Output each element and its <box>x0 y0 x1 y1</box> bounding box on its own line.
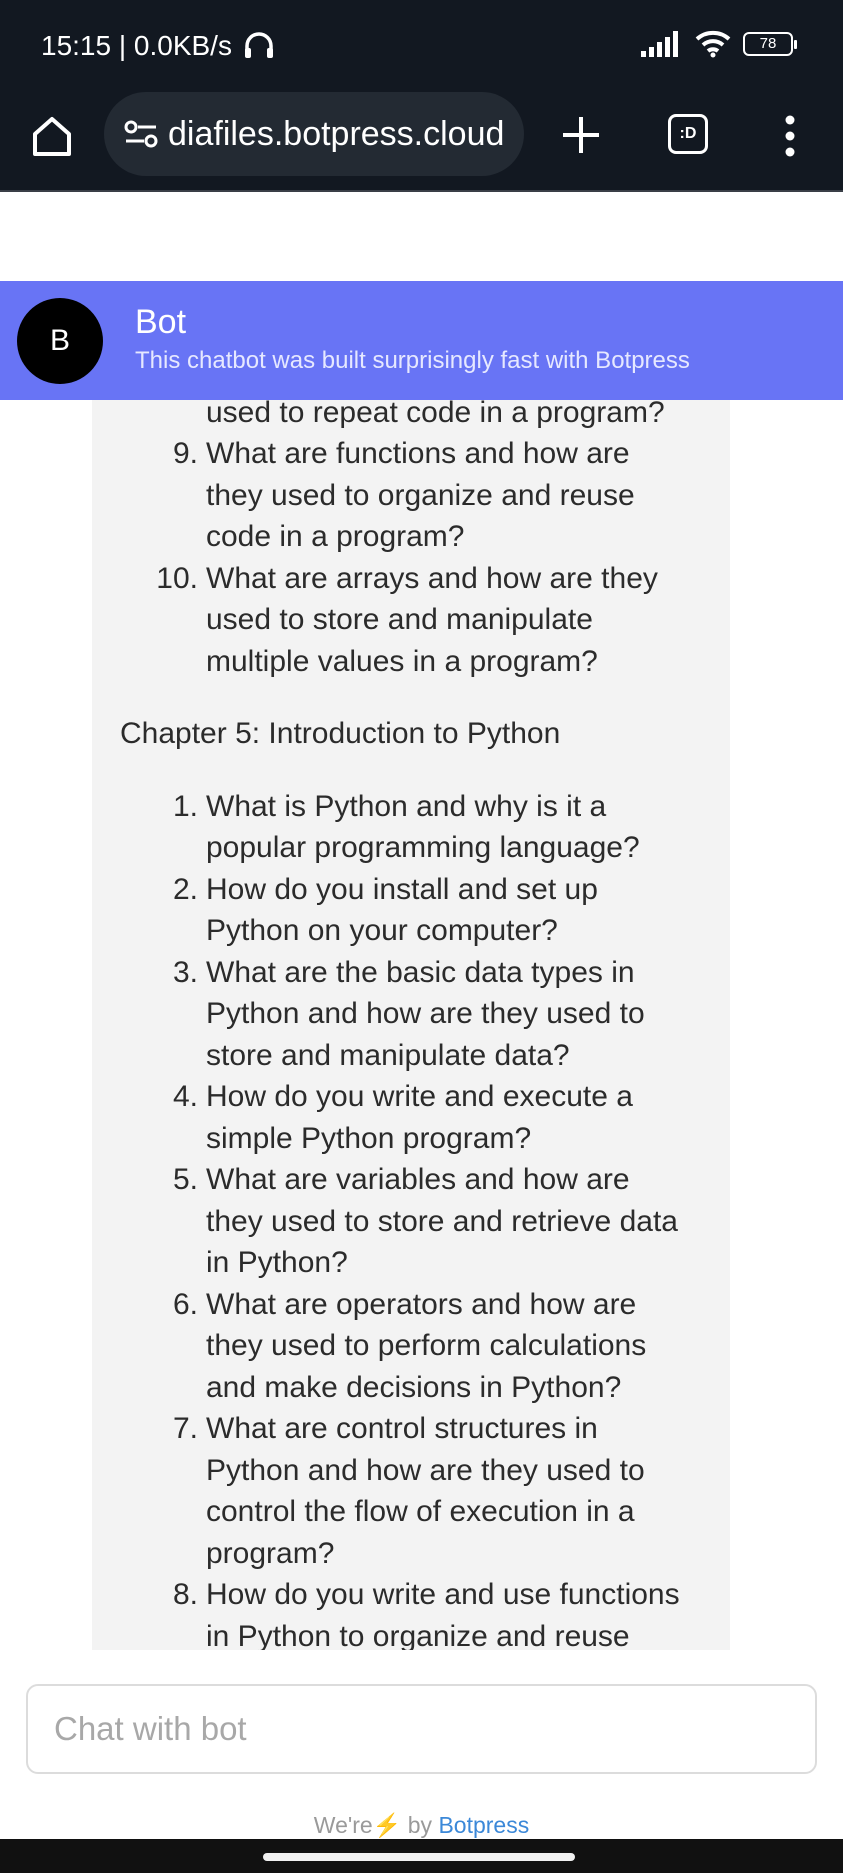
bot-name: Bot <box>135 303 187 341</box>
bot-avatar: B <box>17 298 103 384</box>
bot-description: This chatbot was built surprisingly fast… <box>135 347 690 374</box>
chapter-heading: Chapter 5: Introduction to Python <box>120 717 561 750</box>
chat-input[interactable] <box>28 1686 815 1772</box>
status-bar: 15:15 | 0.0KB/s 78 <box>0 0 843 92</box>
list-item: 7. What are control structures in Python … <box>172 1412 645 1570</box>
wifi-icon <box>695 30 731 58</box>
home-icon[interactable] <box>30 114 74 158</box>
list-item: 8. How do you write and use functions in … <box>172 1578 680 1650</box>
question-list-previous: 8.What are loops and how are they used t… <box>92 400 730 682</box>
tab-switcher-button[interactable]: :D <box>668 114 708 154</box>
signal-icon <box>641 31 678 57</box>
message-content: 8.What are loops and how are they used t… <box>92 400 730 1650</box>
system-nav-bar <box>0 1839 843 1873</box>
gesture-handle[interactable] <box>263 1853 575 1861</box>
list-item: 5. What are variables and how are they us… <box>172 1163 678 1279</box>
browser-toolbar: diafiles.botpress.cloud :D <box>0 92 843 192</box>
list-item: 10. What are arrays and how are they used… <box>156 561 658 678</box>
list-item: 6. What are operators and how are they us… <box>172 1287 647 1404</box>
site-settings-icon[interactable] <box>124 119 158 149</box>
list-item: 4. How do you write and execute a simple … <box>172 1080 633 1155</box>
list-item: 1. What is Python and why is it a popular… <box>172 789 640 865</box>
message-list[interactable]: 8.What are loops and how are they used t… <box>0 400 843 1650</box>
powered-prefix: We're <box>313 1812 373 1838</box>
more-options-icon[interactable] <box>780 114 800 158</box>
question-list-chapter-5: 1. What is Python and why is it a popular… <box>92 786 730 1651</box>
new-tab-icon[interactable] <box>558 112 604 158</box>
list-item: 2. How do you install and set up Python o… <box>172 872 598 948</box>
powered-by: We're⚡ by Botpress <box>0 1812 843 1839</box>
powered-by-text: by <box>407 1812 433 1838</box>
battery-icon: 78 <box>743 32 797 56</box>
chat-input-box[interactable] <box>26 1684 817 1774</box>
list-item: 3. What are the basic data types in Pytho… <box>172 955 645 1072</box>
list-item: 8.What are loops and how are they used t… <box>206 400 665 429</box>
chat-header: B Bot This chatbot was built surprisingl… <box>0 281 843 400</box>
bot-message-bubble: 8.What are loops and how are they used t… <box>92 400 730 1650</box>
bolt-icon: ⚡ <box>372 1812 402 1838</box>
botpress-link[interactable]: Botpress <box>438 1812 529 1838</box>
url-bar[interactable]: diafiles.botpress.cloud <box>104 92 524 176</box>
status-icons: 78 <box>641 30 797 58</box>
headset-icon <box>245 32 273 58</box>
list-item: 9. What are functions and how are they us… <box>172 437 635 553</box>
status-time: 15:15 | 0.0KB/s <box>41 30 232 61</box>
url-text[interactable]: diafiles.botpress.cloud <box>168 115 518 154</box>
